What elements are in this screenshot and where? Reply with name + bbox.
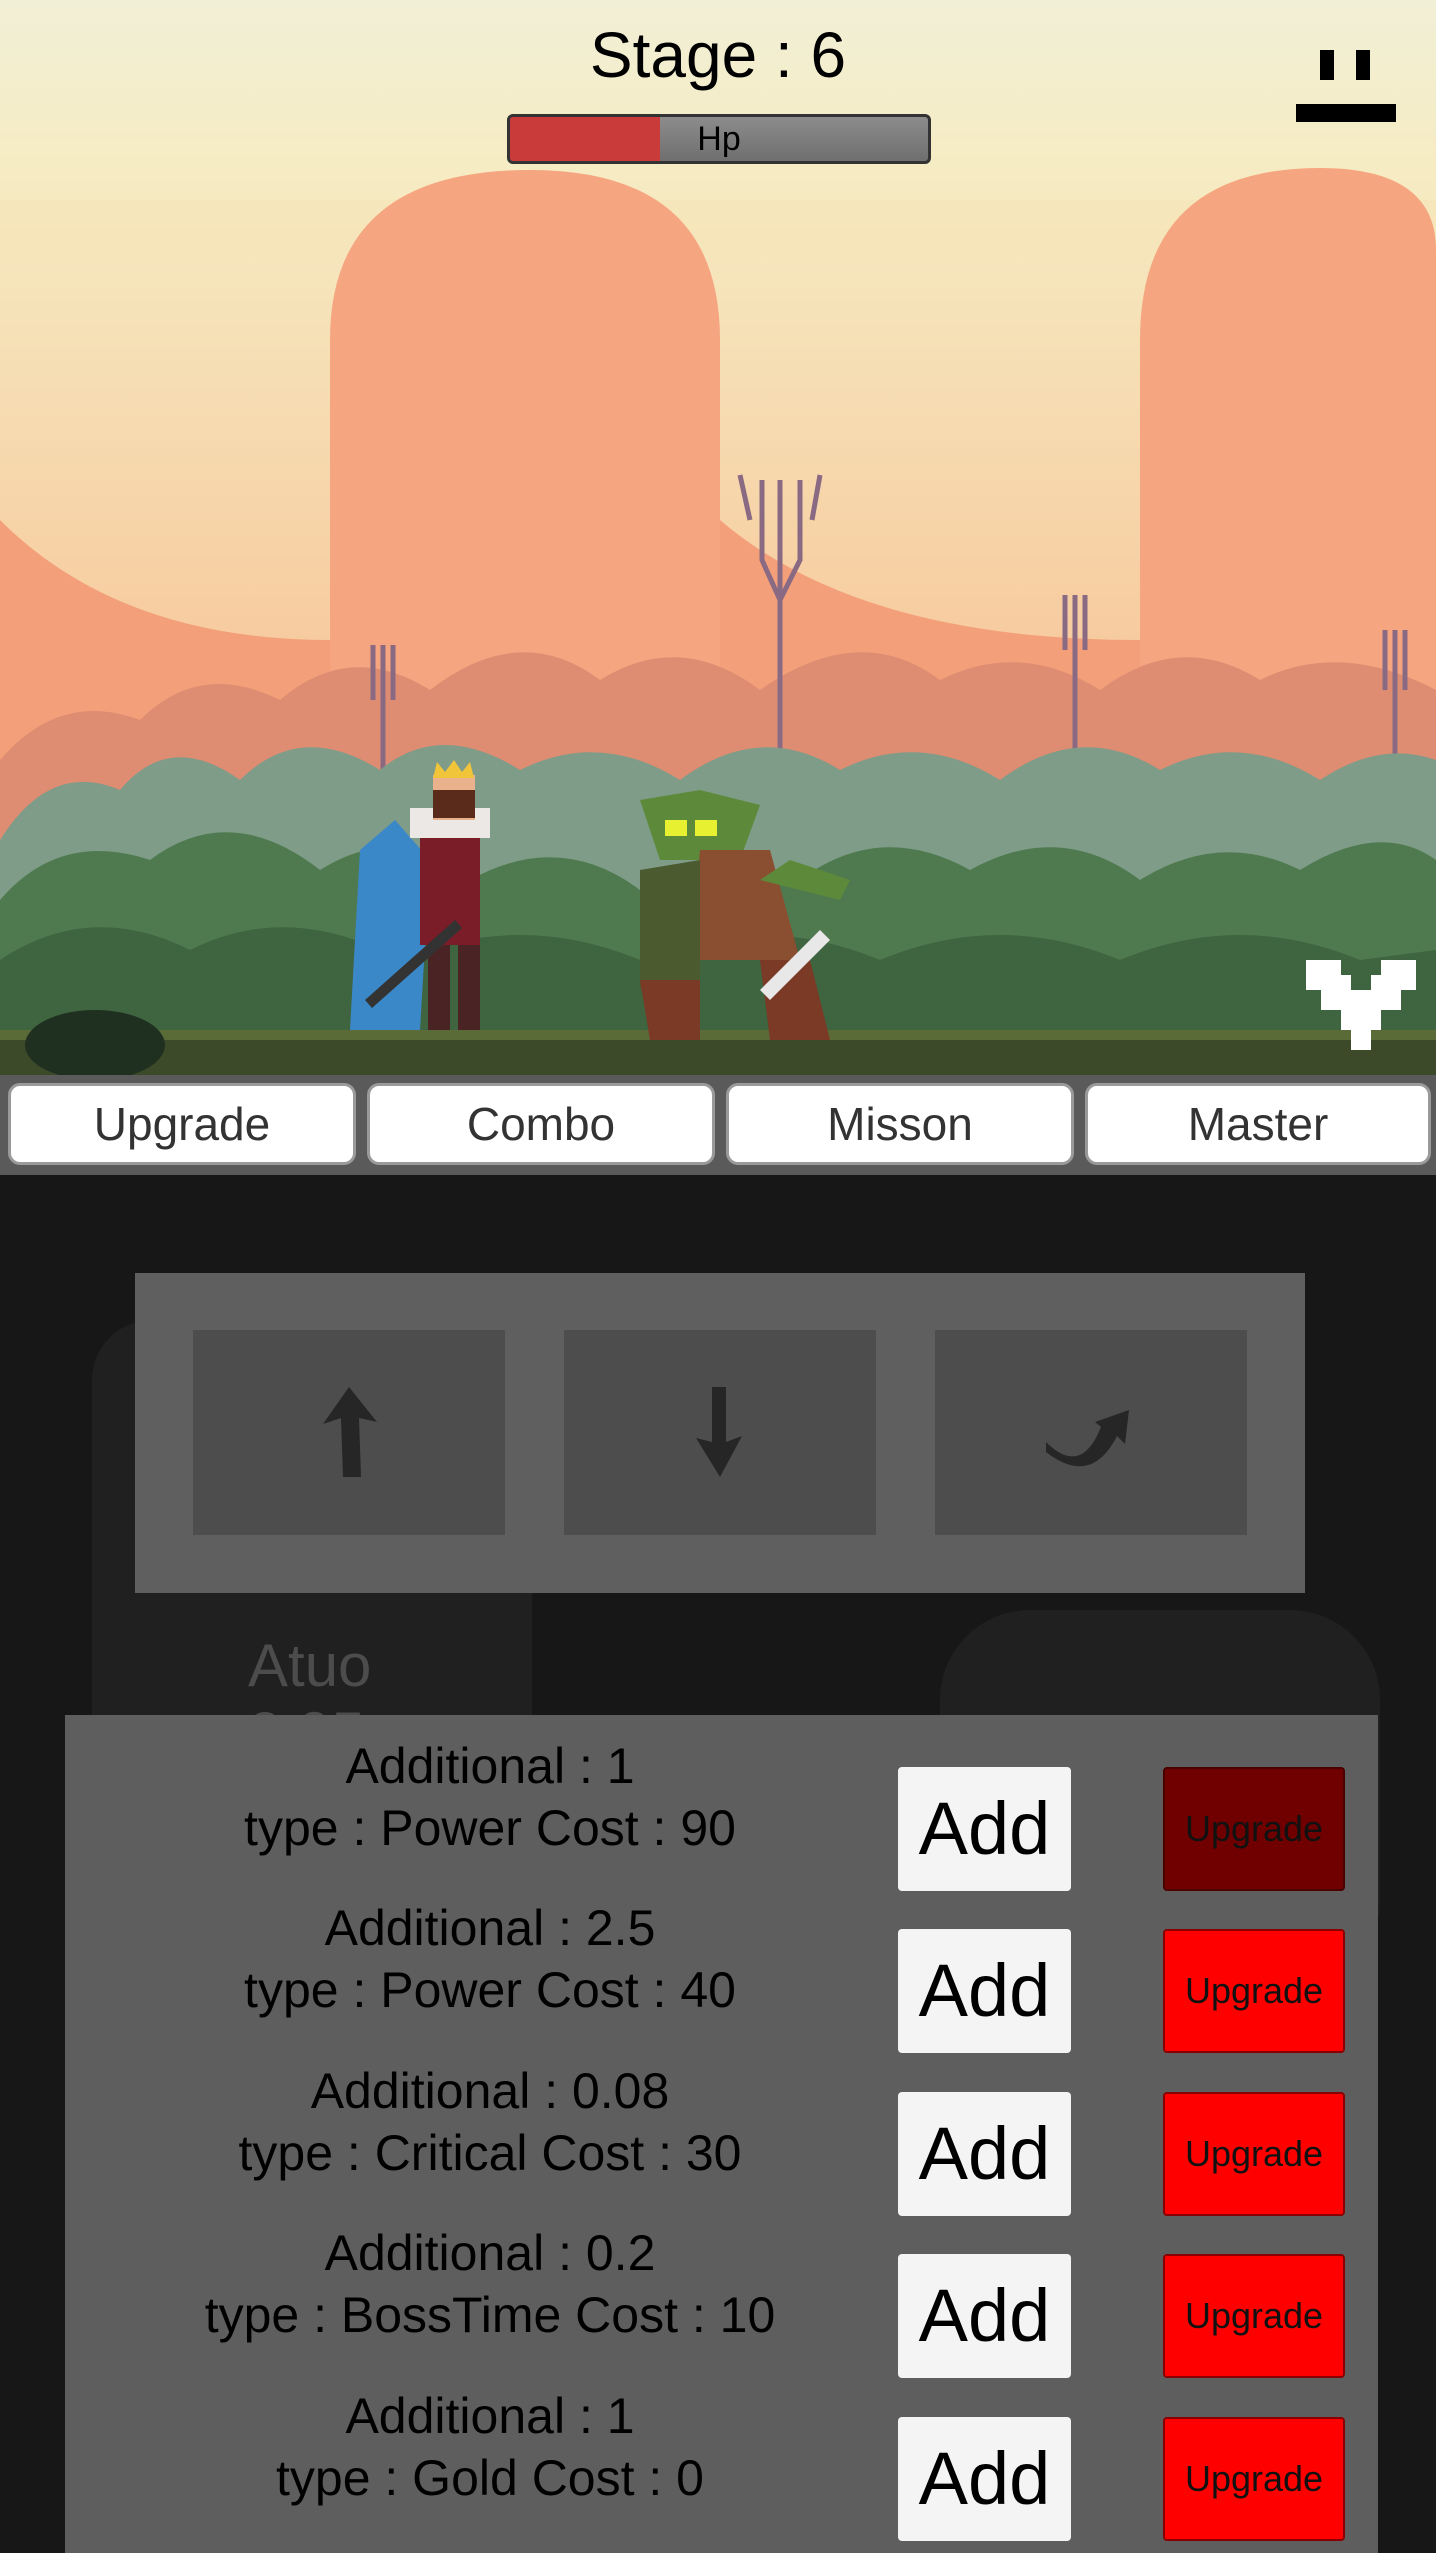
add-button[interactable]: Add: [898, 2417, 1071, 2541]
add-button[interactable]: Add: [898, 2254, 1071, 2378]
combo-panel: [135, 1273, 1305, 1593]
upgrade-info: Additional : 0.2 type : BossTime Cost : …: [125, 2222, 855, 2346]
upgrade-additional: Additional : 0.08: [310, 2063, 670, 2119]
upgrade-info: Additional : 1 type : Gold Cost : 0: [125, 2385, 855, 2509]
upgrade-button[interactable]: Upgrade: [1163, 1929, 1345, 2053]
upgrade-row: Additional : 2.5 type : Power Cost : 40 …: [65, 1897, 1378, 2059]
pause-icon: [1296, 50, 1396, 122]
heart-icon[interactable]: [1306, 960, 1416, 1050]
upgrade-row: Additional : 1 type : Power Cost : 90 Ad…: [65, 1735, 1378, 1897]
upgrade-button[interactable]: Upgrade: [1163, 1767, 1345, 1891]
upgrade-info: Additional : 0.08 type : Critical Cost :…: [125, 2060, 855, 2184]
upgrade-info: Additional : 1 type : Power Cost : 90: [125, 1735, 855, 1859]
upgrade-additional: Additional : 1: [345, 2388, 635, 2444]
tab-misson[interactable]: Misson: [726, 1083, 1074, 1165]
upgrade-button[interactable]: Upgrade: [1163, 2417, 1345, 2541]
stage-title: Stage : 6: [589, 19, 847, 91]
upgrade-type-cost: type : Critical Cost : 30: [238, 2125, 742, 2181]
upgrade-list: Additional : 1 type : Power Cost : 90 Ad…: [65, 1715, 1378, 2553]
upgrade-additional: Additional : 0.2: [324, 2225, 656, 2281]
upgrade-additional: Additional : 1: [345, 1738, 635, 1794]
upgrade-row: Additional : 0.2 type : BossTime Cost : …: [65, 2222, 1378, 2384]
combo-key-down[interactable]: [564, 1330, 876, 1535]
combo-key-curve[interactable]: [935, 1330, 1247, 1535]
tab-bar: Upgrade Combo Misson Master: [0, 1075, 1436, 1175]
upgrade-type-cost: type : Power Cost : 90: [244, 1800, 736, 1856]
add-button[interactable]: Add: [898, 1767, 1071, 1891]
tab-master[interactable]: Master: [1085, 1083, 1431, 1165]
hp-label: Hp: [697, 120, 741, 158]
upgrade-info: Additional : 2.5 type : Power Cost : 40: [125, 1897, 855, 2021]
upgrade-type-cost: type : Gold Cost : 0: [276, 2450, 704, 2506]
upgrade-row: Additional : 0.08 type : Critical Cost :…: [65, 2060, 1378, 2222]
upgrade-row: Additional : 1 type : Gold Cost : 0 Add …: [65, 2385, 1378, 2547]
upgrade-additional: Additional : 2.5: [324, 1900, 656, 1956]
game-scene[interactable]: Stage : 6 Hp: [0, 0, 1436, 1075]
auto-label: Atuo: [248, 1632, 372, 1699]
combo-key-up[interactable]: [193, 1330, 505, 1535]
arrow-down-icon: [696, 1387, 742, 1477]
arrow-up-icon: [323, 1387, 377, 1477]
boss-hp-bar: Hp: [507, 114, 931, 164]
tab-combo[interactable]: Combo: [367, 1083, 715, 1165]
upgrade-button[interactable]: Upgrade: [1163, 2254, 1345, 2378]
upgrade-button[interactable]: Upgrade: [1163, 2092, 1345, 2216]
upgrade-type-cost: type : BossTime Cost : 10: [204, 2287, 776, 2343]
upgrade-type-cost: type : Power Cost : 40: [244, 1962, 736, 2018]
arrow-curve-icon: [1046, 1410, 1129, 1467]
tab-upgrade[interactable]: Upgrade: [8, 1083, 356, 1165]
add-button[interactable]: Add: [898, 2092, 1071, 2216]
add-button[interactable]: Add: [898, 1929, 1071, 2053]
pause-button[interactable]: [1296, 50, 1396, 122]
